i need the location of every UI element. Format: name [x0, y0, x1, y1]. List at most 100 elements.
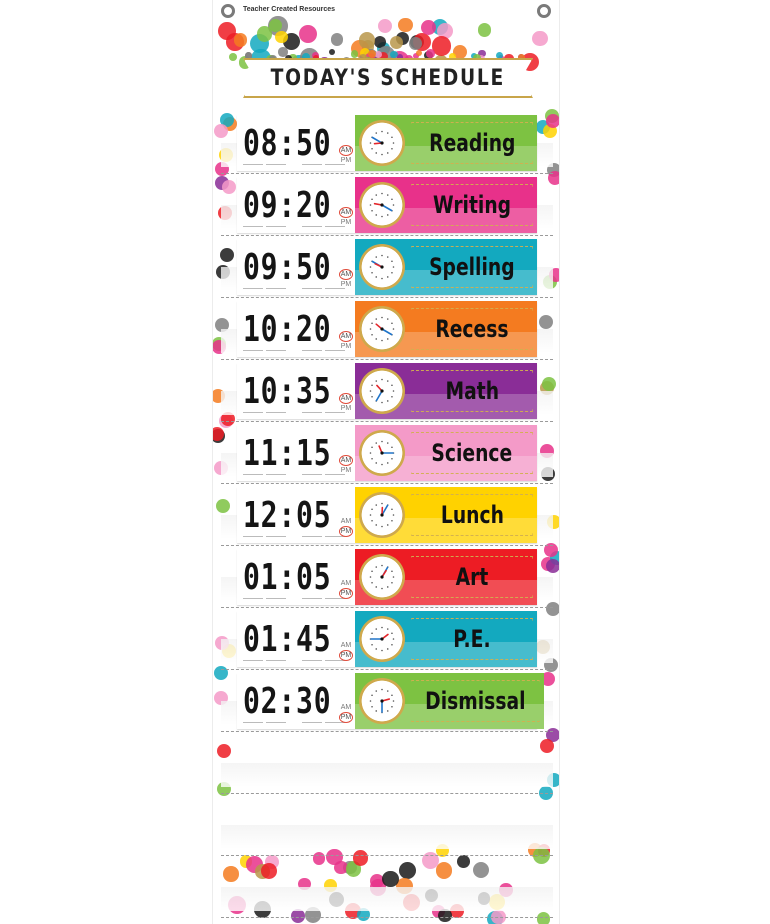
confetti-dot	[326, 849, 343, 866]
clock-face	[369, 564, 395, 590]
schedule-row[interactable]: 12:05 AM PM Lunch	[237, 487, 537, 543]
confetti-dot	[538, 315, 553, 329]
confetti-dot	[351, 39, 369, 57]
confetti-dot	[409, 34, 425, 50]
schedule-row[interactable]: 08:50 AM PM Reading	[237, 115, 537, 171]
clock-tick	[392, 638, 395, 640]
confetti-dot	[412, 32, 431, 51]
pm-label: PM	[340, 467, 352, 474]
pocket-divider	[221, 731, 553, 732]
clock-tick	[369, 700, 372, 702]
am-label: AM	[339, 207, 353, 218]
confetti-dot	[216, 498, 231, 513]
confetti-dot	[226, 33, 244, 51]
confetti-dot	[545, 727, 559, 742]
schedule-row[interactable]: 01:45 AM PM P.E.	[237, 611, 537, 667]
confetti-dot	[542, 124, 557, 139]
time-card[interactable]: 09:50 AM PM	[237, 239, 355, 295]
clock-face	[369, 688, 395, 714]
pm-label: PM	[340, 281, 352, 288]
am-pm-indicator: AM PM	[339, 579, 353, 599]
clock-tick	[391, 198, 393, 201]
confetti-dot	[545, 108, 559, 123]
clock-tick	[386, 318, 389, 320]
time-value: 11:15	[243, 432, 332, 474]
am-label: AM	[339, 269, 353, 280]
clock-icon	[359, 492, 405, 538]
clock-tick	[371, 446, 373, 449]
subject-card[interactable]: Math	[355, 363, 537, 419]
schedule-row[interactable]: 10:20 AM PM Recess	[237, 301, 537, 357]
subject-card[interactable]: Writing	[355, 177, 537, 233]
subject-card[interactable]: Reading	[355, 115, 537, 171]
am-label: AM	[339, 393, 353, 404]
subject-card[interactable]: Science	[355, 425, 537, 481]
clock-face	[369, 502, 395, 528]
time-card[interactable]: 01:45 AM PM	[237, 611, 355, 667]
confetti-dot	[495, 51, 503, 59]
clock-tick	[375, 338, 378, 340]
confetti-dot	[415, 49, 423, 57]
subject-card[interactable]: Lunch	[355, 487, 537, 543]
schedule-row[interactable]: 11:15 AM PM Science	[237, 425, 537, 481]
clock-hub	[380, 699, 384, 703]
clock-tick	[391, 508, 393, 511]
subject-card[interactable]: Art	[355, 549, 537, 605]
clock-tick	[381, 440, 383, 443]
subject-ribbon: Writing	[411, 184, 533, 226]
confetti-dot	[545, 602, 559, 617]
confetti-dot	[261, 862, 277, 879]
confetti-dot	[298, 25, 317, 44]
subject-card[interactable]: P.E.	[355, 611, 537, 667]
clock-tick	[369, 328, 372, 330]
schedule-row[interactable]: 09:20 AM PM Writing	[237, 177, 537, 233]
time-card[interactable]: 08:50 AM PM	[237, 115, 355, 171]
schedule-row[interactable]: 02:30 AM PM Dismissal	[237, 673, 544, 729]
time-card[interactable]: 02:30 AM PM	[237, 673, 355, 729]
subject-ribbon: Reading	[411, 122, 533, 164]
clock-tick	[391, 446, 393, 449]
confetti-dot	[334, 860, 348, 875]
schedule-row[interactable]: 10:35 AM PM Math	[237, 363, 537, 419]
clock-tick	[381, 564, 383, 567]
confetti-dot	[389, 36, 403, 50]
time-card[interactable]: 12:05 AM PM	[237, 487, 355, 543]
digit-underlines	[243, 350, 345, 351]
time-card[interactable]: 09:20 AM PM	[237, 177, 355, 233]
clock-tick	[371, 333, 373, 336]
time-card[interactable]: 11:15 AM PM	[237, 425, 355, 481]
subject-card[interactable]: Spelling	[355, 239, 537, 295]
time-card[interactable]: 10:20 AM PM	[237, 301, 355, 357]
subject-card[interactable]: Dismissal	[355, 673, 544, 729]
time-card[interactable]: 10:35 AM PM	[237, 363, 355, 419]
clock-tick	[386, 132, 389, 134]
schedule-row[interactable]: 09:50 AM PM Spelling	[237, 239, 537, 295]
pocket-divider	[221, 545, 553, 546]
digit-underlines	[243, 598, 345, 599]
time-card[interactable]: 01:05 AM PM	[237, 549, 355, 605]
clock-tick	[371, 271, 373, 274]
subject-card[interactable]: Recess	[355, 301, 537, 357]
pocket-divider	[221, 421, 553, 422]
clock-tick	[371, 570, 373, 573]
clock-face	[369, 316, 395, 342]
confetti-dot	[246, 856, 264, 874]
digit-underlines	[243, 536, 345, 537]
clock-tick	[386, 442, 389, 444]
clock-icon	[359, 120, 405, 166]
clock-tick	[386, 380, 389, 382]
clock-hub	[380, 203, 384, 207]
schedule-row[interactable]: 01:05 AM PM Art	[237, 549, 537, 605]
minute-hand	[381, 328, 393, 336]
clock-tick	[391, 136, 393, 139]
clock-tick	[369, 266, 372, 268]
clock-tick	[391, 643, 393, 646]
clock-hub	[380, 265, 384, 269]
pocket-divider	[221, 173, 553, 174]
clock-tick	[381, 254, 383, 257]
clock-tick	[375, 586, 378, 588]
am-pm-indicator: AM PM	[339, 455, 353, 475]
confetti-dot	[546, 559, 559, 574]
confetti-dot	[478, 50, 486, 58]
clock-hub	[380, 327, 384, 331]
